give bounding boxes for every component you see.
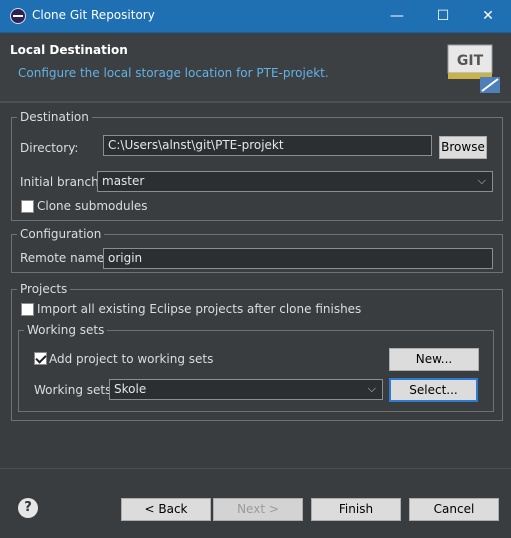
chevron-down-icon: ⌵ bbox=[477, 174, 486, 187]
remote-name-input[interactable]: origin bbox=[103, 248, 493, 269]
clone-submodules-label[interactable]: Clone submodules bbox=[37, 199, 148, 213]
import-projects-checkbox[interactable] bbox=[21, 303, 34, 316]
import-projects-label[interactable]: Import all existing Eclipse projects aft… bbox=[37, 302, 361, 316]
footer-separator bbox=[0, 468, 511, 469]
directory-label: Directory: bbox=[20, 141, 79, 155]
minimize-button[interactable]: — bbox=[374, 0, 420, 32]
git-logo-icon: GIT bbox=[447, 44, 500, 93]
initial-branch-select[interactable]: master ⌵ bbox=[97, 171, 493, 192]
add-to-working-sets-label[interactable]: Add project to working sets bbox=[49, 352, 213, 366]
title-bar: Clone Git Repository — ☐ ✕ bbox=[0, 0, 511, 33]
select-working-set-button[interactable]: Select... bbox=[389, 378, 478, 402]
remote-name-label: Remote name: bbox=[20, 251, 109, 265]
directory-input[interactable]: C:\Users\alnst\git\PTE-projekt bbox=[103, 135, 432, 156]
page-description: Configure the local storage location for… bbox=[18, 66, 329, 80]
wizard-header: Local Destination Configure the local st… bbox=[0, 33, 511, 101]
destination-legend: Destination bbox=[17, 110, 92, 124]
working-sets-label: Working sets: bbox=[34, 383, 116, 397]
working-sets-select[interactable]: Skole ⌵ bbox=[109, 379, 383, 400]
projects-legend: Projects bbox=[17, 282, 71, 296]
initial-branch-label: Initial branch: bbox=[20, 175, 103, 189]
help-icon[interactable]: ? bbox=[18, 498, 38, 518]
chevron-down-icon: ⌵ bbox=[367, 382, 376, 395]
clone-submodules-checkbox[interactable] bbox=[21, 200, 34, 213]
header-separator bbox=[0, 101, 511, 103]
page-title: Local Destination bbox=[10, 43, 128, 57]
finish-button[interactable]: Finish bbox=[311, 498, 401, 521]
maximize-button[interactable]: ☐ bbox=[420, 0, 466, 32]
initial-branch-value: master bbox=[102, 174, 145, 188]
browse-button[interactable]: Browse bbox=[439, 136, 487, 159]
git-logo-text: GIT bbox=[457, 53, 484, 69]
cancel-button[interactable]: Cancel bbox=[409, 498, 499, 521]
window-title: Clone Git Repository bbox=[32, 8, 155, 22]
clone-git-repository-dialog: Clone Git Repository — ☐ ✕ Local Destina… bbox=[0, 0, 511, 538]
add-to-working-sets-checkbox[interactable] bbox=[34, 352, 47, 365]
working-sets-value: Skole bbox=[114, 382, 147, 396]
back-button[interactable]: < Back bbox=[121, 498, 211, 521]
new-working-set-button[interactable]: New... bbox=[389, 348, 479, 371]
working-sets-legend: Working sets bbox=[24, 323, 108, 337]
configuration-legend: Configuration bbox=[17, 227, 105, 241]
close-button[interactable]: ✕ bbox=[465, 0, 511, 32]
next-button[interactable]: Next > bbox=[213, 498, 303, 521]
eclipse-icon bbox=[10, 8, 26, 24]
